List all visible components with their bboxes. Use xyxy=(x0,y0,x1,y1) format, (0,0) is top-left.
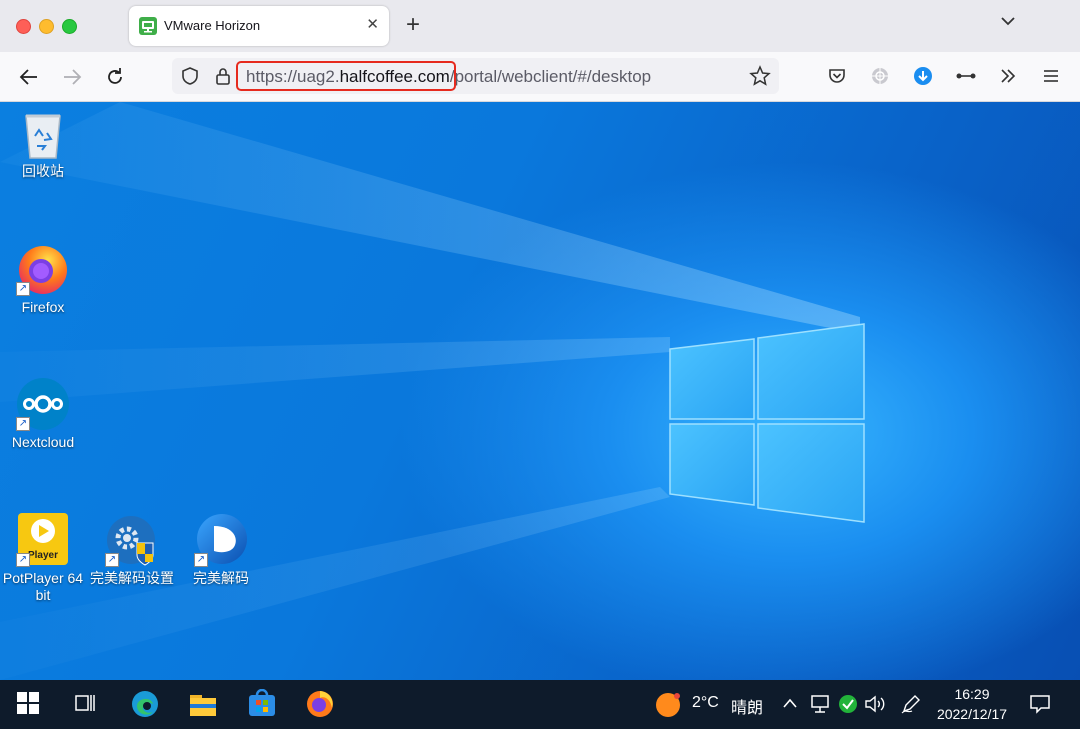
task-view-icon[interactable] xyxy=(74,692,96,714)
recycle-bin-icon xyxy=(25,114,61,159)
desktop-icon-firefox[interactable]: ↗ Firefox xyxy=(0,242,88,316)
download-icon[interactable] xyxy=(913,66,933,86)
forward-icon[interactable] xyxy=(61,66,83,88)
tab-bar: VMware Horizon ✕ + xyxy=(0,0,1080,52)
chevron-up-icon[interactable] xyxy=(782,697,798,709)
notifications-icon[interactable] xyxy=(1029,693,1051,715)
clock-time: 16:29 xyxy=(954,686,990,702)
pen-icon[interactable] xyxy=(900,693,922,715)
windows-logo-wallpaper xyxy=(669,323,865,523)
desktop-icon-label: 回收站 xyxy=(22,163,64,179)
firefox-icon[interactable] xyxy=(306,690,334,718)
shield-icon[interactable] xyxy=(180,66,200,86)
list-all-tabs-icon[interactable] xyxy=(1000,15,1016,27)
shortcut-arrow-icon: ↗ xyxy=(16,417,30,431)
volume-icon[interactable] xyxy=(864,694,888,714)
desktop-icon-label: Nextcloud xyxy=(11,434,75,450)
url-bar[interactable]: https://uag2.halfcoffee.com/portal/webcl… xyxy=(172,58,779,94)
minimize-window-button[interactable] xyxy=(39,19,54,34)
system-clock[interactable]: 16:29 2022/12/17 xyxy=(930,684,1014,724)
browser-window: VMware Horizon ✕ + https://uag2.halfcoff… xyxy=(0,0,1080,729)
shortcut-arrow-icon: ↗ xyxy=(105,553,119,567)
more-tools-icon[interactable] xyxy=(955,66,977,86)
extension-icon[interactable] xyxy=(870,66,890,86)
pocket-icon[interactable] xyxy=(827,66,847,86)
desktop-icon-potplayer[interactable]: Player ↗ PotPlayer 64 bit xyxy=(0,513,88,604)
clock-date: 2022/12/17 xyxy=(936,706,1008,722)
back-icon[interactable] xyxy=(18,66,40,88)
bookmark-star-icon[interactable] xyxy=(749,65,771,87)
shortcut-arrow-icon: ↗ xyxy=(16,282,30,296)
weather-sun-icon[interactable] xyxy=(655,692,681,718)
desktop-icon-label: 完美解码 xyxy=(193,570,249,586)
shortcut-arrow-icon: ↗ xyxy=(194,553,208,567)
url-path: /portal/webclient/#/desktop xyxy=(449,67,652,86)
file-explorer-icon[interactable] xyxy=(189,692,217,718)
desktop-icon-nextcloud[interactable]: ↗ Nextcloud xyxy=(0,377,88,451)
lock-icon[interactable] xyxy=(214,66,232,86)
desktop-icon-decoder[interactable]: ↗ 完美解码 xyxy=(176,513,266,587)
menu-icon[interactable] xyxy=(1042,66,1060,86)
edge-icon[interactable] xyxy=(131,690,159,718)
zoom-window-button[interactable] xyxy=(62,19,77,34)
url-highlight-box xyxy=(236,61,456,91)
desktop-icon-recycle-bin[interactable]: 回收站 xyxy=(0,106,88,180)
network-icon[interactable] xyxy=(809,694,831,714)
overflow-icon[interactable] xyxy=(998,66,1018,86)
navigation-toolbar: https://uag2.halfcoffee.com/portal/webcl… xyxy=(0,52,1080,102)
tab-close-icon[interactable]: ✕ xyxy=(366,16,379,34)
taskbar: 2°C 晴朗 16:29 2022/12/17 xyxy=(0,680,1080,729)
weather-condition[interactable]: 晴朗 xyxy=(731,694,763,718)
reload-icon[interactable] xyxy=(104,66,126,88)
tab-vmware-horizon[interactable]: VMware Horizon ✕ xyxy=(129,6,389,46)
new-tab-button[interactable]: + xyxy=(406,12,420,38)
weather-temperature[interactable]: 2°C xyxy=(692,694,719,712)
vmware-horizon-icon xyxy=(139,17,157,35)
desktop-icon-label: 完美解码设置 xyxy=(90,570,174,586)
store-icon[interactable] xyxy=(248,689,276,717)
remote-desktop[interactable]: 回收站 ↗ Firefox ↗ Nextcloud Player ↗ PotPl… xyxy=(0,102,1080,680)
desktop-icon-label: PotPlayer 64 bit xyxy=(2,570,84,603)
close-window-button[interactable] xyxy=(16,19,31,34)
wallpaper-light-beams xyxy=(0,102,860,680)
shortcut-arrow-icon: ↗ xyxy=(16,553,30,567)
desktop-icon-label: Firefox xyxy=(21,299,65,315)
desktop-icon-decoder-settings[interactable]: ↗ 完美解码设置 xyxy=(87,513,177,587)
tab-title: VMware Horizon xyxy=(164,18,261,33)
security-check-icon[interactable] xyxy=(838,694,858,714)
start-icon[interactable] xyxy=(17,692,39,714)
